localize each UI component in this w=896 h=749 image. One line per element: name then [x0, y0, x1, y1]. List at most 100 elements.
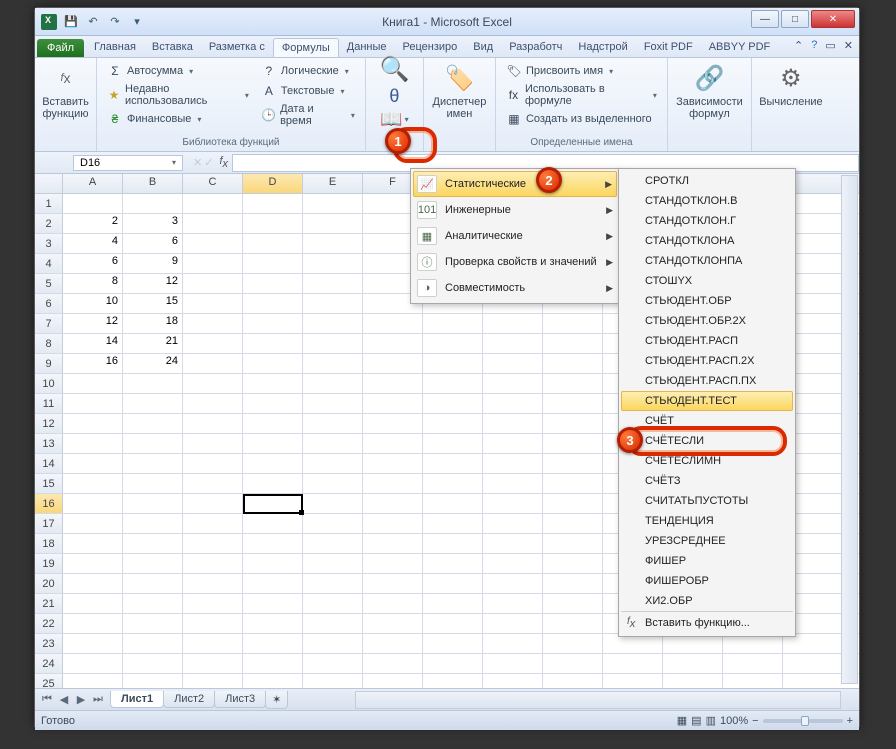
cell-G17[interactable]: [423, 514, 483, 533]
cell-C23[interactable]: [183, 634, 243, 653]
window-restore-icon[interactable]: ▭: [825, 39, 835, 52]
ribbon-tab-2[interactable]: Разметка с: [201, 38, 273, 57]
cell-B9[interactable]: 24: [123, 354, 183, 373]
cell-B11[interactable]: [123, 394, 183, 413]
redo-icon[interactable]: ↷: [105, 12, 125, 32]
cell-H18[interactable]: [483, 534, 543, 553]
cell-G18[interactable]: [423, 534, 483, 553]
col-header-C[interactable]: C: [183, 174, 243, 193]
row-header-24[interactable]: 24: [35, 654, 63, 673]
cell-F20[interactable]: [363, 574, 423, 593]
cell-A3[interactable]: 4: [63, 234, 123, 253]
sheet-first-icon[interactable]: ⏮: [39, 693, 55, 706]
stat-function-item[interactable]: СТЬЮДЕНТ.РАСП: [621, 331, 793, 351]
ribbon-tab-9[interactable]: Foxit PDF: [636, 38, 701, 57]
cell-I24[interactable]: [543, 654, 603, 673]
cell-I23[interactable]: [543, 634, 603, 653]
cell-A14[interactable]: [63, 454, 123, 473]
cell-A9[interactable]: 16: [63, 354, 123, 373]
cell-F19[interactable]: [363, 554, 423, 573]
cell-G14[interactable]: [423, 454, 483, 473]
cell-G25[interactable]: [423, 674, 483, 688]
stat-function-item[interactable]: УРЕЗСРЕДНЕЕ: [621, 531, 793, 551]
window-close-inner-icon[interactable]: ✕: [844, 39, 853, 52]
stat-function-item[interactable]: СТЬЮДЕНТ.РАСП.2Х: [621, 351, 793, 371]
cell-A16[interactable]: [63, 494, 123, 513]
cell-H7[interactable]: [483, 314, 543, 333]
cell-E24[interactable]: [303, 654, 363, 673]
cell-C14[interactable]: [183, 454, 243, 473]
cell-F25[interactable]: [363, 674, 423, 688]
cell-A21[interactable]: [63, 594, 123, 613]
cell-D17[interactable]: [243, 514, 303, 533]
cell-C19[interactable]: [183, 554, 243, 573]
cell-E23[interactable]: [303, 634, 363, 653]
cell-A12[interactable]: [63, 414, 123, 433]
cell-D4[interactable]: [243, 254, 303, 273]
cell-A20[interactable]: [63, 574, 123, 593]
cell-F13[interactable]: [363, 434, 423, 453]
cell-F22[interactable]: [363, 614, 423, 633]
cell-E14[interactable]: [303, 454, 363, 473]
cell-H8[interactable]: [483, 334, 543, 353]
cell-I20[interactable]: [543, 574, 603, 593]
cell-D2[interactable]: [243, 214, 303, 233]
cell-H10[interactable]: [483, 374, 543, 393]
cell-H20[interactable]: [483, 574, 543, 593]
col-header-E[interactable]: E: [303, 174, 363, 193]
row-header-10[interactable]: 10: [35, 374, 63, 393]
cell-I15[interactable]: [543, 474, 603, 493]
ribbon-tab-10[interactable]: ABBYY PDF: [701, 38, 779, 57]
cell-B14[interactable]: [123, 454, 183, 473]
cell-E4[interactable]: [303, 254, 363, 273]
cell-B19[interactable]: [123, 554, 183, 573]
col-header-A[interactable]: A: [63, 174, 123, 193]
cell-E5[interactable]: [303, 274, 363, 293]
row-header-1[interactable]: 1: [35, 194, 63, 213]
row-header-5[interactable]: 5: [35, 274, 63, 293]
cell-C16[interactable]: [183, 494, 243, 513]
sheet-tab-1[interactable]: Лист2: [163, 691, 215, 708]
cell-C24[interactable]: [183, 654, 243, 673]
cell-J24[interactable]: [603, 654, 663, 673]
stat-function-item[interactable]: СТОШYX: [621, 271, 793, 291]
close-button[interactable]: ✕: [811, 10, 855, 28]
cell-E16[interactable]: [303, 494, 363, 513]
cell-I7[interactable]: [543, 314, 603, 333]
cell-I19[interactable]: [543, 554, 603, 573]
cell-E18[interactable]: [303, 534, 363, 553]
row-header-19[interactable]: 19: [35, 554, 63, 573]
cell-B22[interactable]: [123, 614, 183, 633]
sheet-tab-2[interactable]: Лист3: [214, 691, 266, 708]
cell-I25[interactable]: [543, 674, 603, 688]
cell-A17[interactable]: [63, 514, 123, 533]
cell-D23[interactable]: [243, 634, 303, 653]
cell-B4[interactable]: 9: [123, 254, 183, 273]
cell-A10[interactable]: [63, 374, 123, 393]
cell-D25[interactable]: [243, 674, 303, 688]
cell-A5[interactable]: 8: [63, 274, 123, 293]
cell-A22[interactable]: [63, 614, 123, 633]
cell-F24[interactable]: [363, 654, 423, 673]
cell-A2[interactable]: 2: [63, 214, 123, 233]
cell-E15[interactable]: [303, 474, 363, 493]
cell-D19[interactable]: [243, 554, 303, 573]
cell-G20[interactable]: [423, 574, 483, 593]
cell-G11[interactable]: [423, 394, 483, 413]
sheet-prev-icon[interactable]: ◀: [56, 693, 72, 706]
cell-B17[interactable]: [123, 514, 183, 533]
cell-D7[interactable]: [243, 314, 303, 333]
more-menu-item-3[interactable]: ⓘПроверка свойств и значений▶: [413, 249, 617, 275]
cell-D18[interactable]: [243, 534, 303, 553]
cell-G7[interactable]: [423, 314, 483, 333]
cell-J25[interactable]: [603, 674, 663, 688]
cell-C11[interactable]: [183, 394, 243, 413]
ribbon-tab-0[interactable]: Главная: [86, 38, 144, 57]
view-page-layout-icon[interactable]: ▤: [691, 714, 701, 727]
cell-H24[interactable]: [483, 654, 543, 673]
view-normal-icon[interactable]: ▦: [677, 714, 687, 727]
cell-D15[interactable]: [243, 474, 303, 493]
cell-C20[interactable]: [183, 574, 243, 593]
cell-E9[interactable]: [303, 354, 363, 373]
cell-C10[interactable]: [183, 374, 243, 393]
